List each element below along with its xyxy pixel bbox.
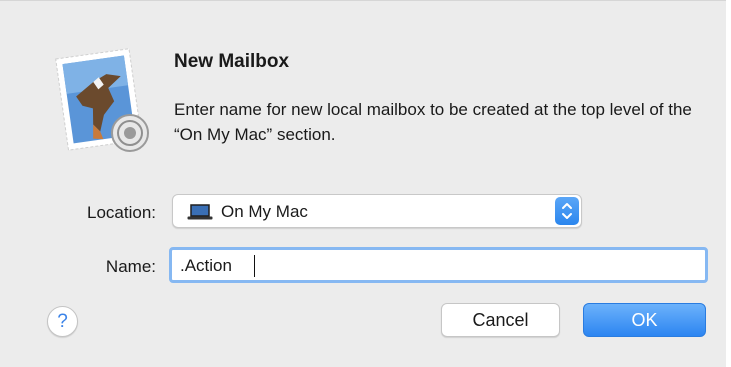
- location-value: On My Mac: [221, 202, 308, 221]
- cancel-button[interactable]: Cancel: [441, 303, 560, 337]
- chevron-up-down-icon[interactable]: [555, 197, 579, 225]
- name-label: Name:: [105, 257, 156, 276]
- dialog-message: Enter name for new local mailbox to be c…: [174, 100, 692, 144]
- mail-stamp-eagle-icon: [55, 48, 149, 152]
- ok-button[interactable]: OK: [583, 303, 706, 337]
- window-edge: [726, 0, 731, 367]
- new-mailbox-dialog: New Mailbox Enter name for new local mai…: [0, 0, 731, 367]
- laptop-icon: [187, 204, 213, 220]
- help-button[interactable]: ?: [47, 306, 78, 337]
- text-caret: [254, 255, 255, 277]
- dialog-title: New Mailbox: [174, 51, 290, 72]
- name-input[interactable]: [180, 254, 680, 278]
- location-popup[interactable]: On My Mac: [172, 194, 582, 228]
- name-field[interactable]: [169, 247, 708, 283]
- location-label: Location:: [87, 203, 156, 222]
